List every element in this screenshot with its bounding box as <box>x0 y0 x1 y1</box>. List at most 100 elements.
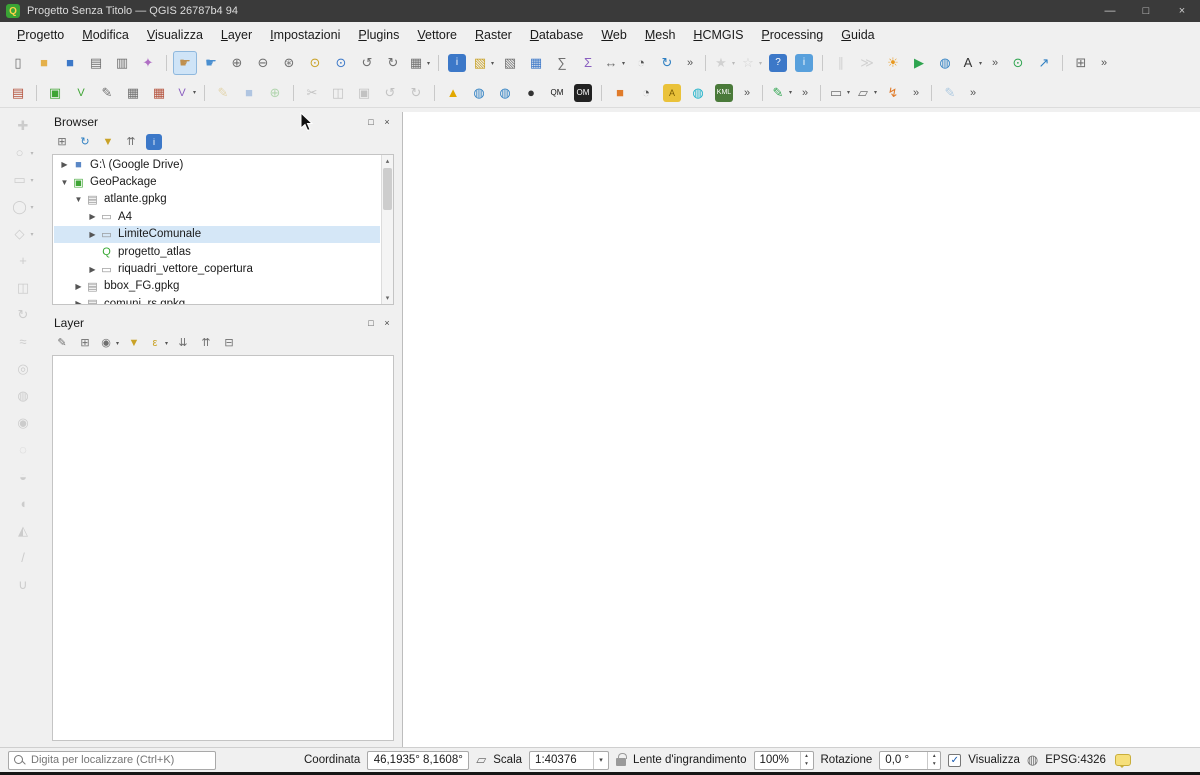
georeferencer-globe-icon[interactable]: ◍ <box>467 81 491 105</box>
reshape-features-icon[interactable]: ◭ <box>11 519 35 543</box>
scroll-down-icon[interactable]: ▾ <box>382 292 393 304</box>
spin-down-icon[interactable]: ▾ <box>801 760 813 769</box>
expander-icon[interactable]: ▼ <box>72 195 85 204</box>
remove-layer-icon[interactable]: ⊟ <box>219 333 239 353</box>
cut-features-icon[interactable]: ✂ <box>300 81 324 105</box>
open-project-icon[interactable]: ■ <box>32 51 56 75</box>
zoom-in-icon[interactable]: ⊕ <box>225 51 249 75</box>
elevation-profile-icon[interactable]: ↗ <box>1032 51 1056 75</box>
copy-features-icon[interactable]: ◫ <box>326 81 350 105</box>
add-record-icon[interactable]: ⊞ <box>1069 51 1093 75</box>
paste-features-icon[interactable]: ▣ <box>352 81 376 105</box>
menu-item[interactable]: Impostazioni <box>261 25 349 45</box>
scale-combo[interactable]: 1:40376 ▾ <box>529 750 610 770</box>
orange-tool-icon[interactable]: ■ <box>608 81 632 105</box>
layout-manager-icon[interactable]: ▥ <box>110 51 134 75</box>
toolbar-overflow-icon[interactable]: » <box>907 81 925 105</box>
filter-by-expression-icon[interactable]: ε ▾ <box>147 333 170 353</box>
close-button[interactable]: × <box>1164 0 1200 22</box>
dark-binoculars-icon[interactable]: ● <box>519 81 543 105</box>
maximize-button[interactable]: □ <box>1128 0 1164 22</box>
zoom-next-icon[interactable]: ↻ <box>381 51 405 75</box>
browser-tree-item[interactable]: ▶ ■ G:\ (Google Drive) <box>54 156 380 173</box>
add-feature-icon[interactable]: ⊕ <box>263 81 287 105</box>
browser-tree-item[interactable]: ▼ ▤ atlante.gpkg <box>54 191 380 208</box>
data-source-manager-icon[interactable]: ▤ <box>6 81 30 105</box>
expander-icon[interactable]: ▶ <box>72 282 85 291</box>
lock-scale-icon[interactable] <box>616 753 627 766</box>
zoom-full-icon[interactable]: ⊛ <box>277 51 301 75</box>
copy-move-feature-icon[interactable]: ◫ <box>11 276 35 300</box>
expand-all-icon[interactable]: ⇊ <box>173 333 193 353</box>
measure-icon[interactable]: ↔ ▾ <box>602 51 627 75</box>
collapse-all-icon[interactable]: ⇈ <box>121 132 141 152</box>
sun-settings-icon[interactable]: ☀ <box>881 51 905 75</box>
browser-scrollbar[interactable]: ▴ ▾ <box>381 155 393 304</box>
menu-item[interactable]: Database <box>521 25 593 45</box>
clock-plugin-icon[interactable]: ◔ <box>634 81 658 105</box>
collapse-all-layers-icon[interactable]: ⇈ <box>196 333 216 353</box>
menu-item[interactable]: Guida <box>832 25 883 45</box>
select-features-icon[interactable]: ▧ ▾ <box>471 51 496 75</box>
zoom-to-selection-icon[interactable]: ⊙ <box>303 51 327 75</box>
blue-globe-icon[interactable]: ◍ <box>493 81 517 105</box>
rotate-feature-icon[interactable]: ↻ <box>11 303 35 327</box>
coordinate-display[interactable]: 46,1935° 8,1608° <box>367 750 470 770</box>
render-checkbox[interactable]: ✓ <box>948 753 962 767</box>
chevron-down-icon[interactable]: ▾ <box>593 751 608 769</box>
expander-icon[interactable]: ▶ <box>58 160 71 169</box>
menu-item[interactable]: Mesh <box>636 25 685 45</box>
toolbar-overflow-icon[interactable]: » <box>964 81 982 105</box>
save-project-icon[interactable]: ■ <box>58 51 82 75</box>
merge-features-icon[interactable]: ∪ <box>11 573 35 597</box>
help-icon[interactable]: ? <box>766 51 790 75</box>
delete-ring-icon[interactable]: ◌ <box>11 438 35 462</box>
menu-item[interactable]: HCMGIS <box>684 25 752 45</box>
expander-icon[interactable]: ▼ <box>58 178 71 187</box>
browser-tree-item[interactable]: ▼ ▣ GeoPackage <box>54 173 380 190</box>
om-badge-icon[interactable]: OM <box>571 81 595 105</box>
locator-search-input[interactable] <box>8 750 216 770</box>
browser-tree-item[interactable]: Q progetto_atlas <box>54 243 380 260</box>
processing-search-icon[interactable]: ⊙ <box>1006 51 1030 75</box>
magnifier-spinbox[interactable]: 100% ▴ ▾ <box>753 750 814 770</box>
menu-item[interactable]: Processing <box>752 25 832 45</box>
toolbar-overflow-icon[interactable]: » <box>681 51 699 75</box>
open-attribute-table-icon[interactable]: ▦ <box>524 51 548 75</box>
new-shapefile-layer-icon[interactable]: V <box>69 81 93 105</box>
rotation-spinbox[interactable]: 0,0 ° ▴ ▾ <box>879 750 942 770</box>
annotation-icon[interactable]: ▭ ▾ <box>827 81 852 105</box>
temporal-controller-icon[interactable]: ◔ <box>629 51 653 75</box>
redo-icon[interactable]: ↻ <box>404 81 428 105</box>
undo-icon[interactable]: ↺ <box>378 81 402 105</box>
statistics-icon[interactable]: Σ <box>576 51 600 75</box>
split-features-icon[interactable]: / <box>11 546 35 570</box>
browser-tree-item[interactable]: ▶ ▤ bbox_FG.gpkg <box>54 278 380 295</box>
spin-up-icon[interactable]: ▴ <box>928 752 940 761</box>
cyan-globe-icon[interactable]: ◍ <box>686 81 710 105</box>
manage-map-themes-icon[interactable]: ◉ ▾ <box>98 333 121 353</box>
minimize-button[interactable]: — <box>1092 0 1128 22</box>
toolbar-overflow-icon[interactable]: » <box>796 81 814 105</box>
expander-icon[interactable]: ▶ <box>72 299 85 304</box>
zoom-last-icon[interactable]: ↺ <box>355 51 379 75</box>
extents-icon[interactable]: ▱ <box>476 752 486 768</box>
expander-icon[interactable]: ▶ <box>86 212 99 221</box>
scroll-up-icon[interactable]: ▴ <box>382 155 393 167</box>
new-raster-layer-icon[interactable]: ▦ <box>147 81 171 105</box>
spin-up-icon[interactable]: ▴ <box>801 752 813 761</box>
scrollbar-thumb[interactable] <box>383 168 392 210</box>
menu-item[interactable]: Raster <box>466 25 521 45</box>
new-map-view-icon[interactable]: ▦ ▾ <box>407 51 432 75</box>
filter-legend-icon[interactable]: ▼ <box>124 333 144 353</box>
add-group-icon[interactable]: ⊞ <box>75 333 95 353</box>
new-spatialite-layer-icon[interactable]: ✎ <box>95 81 119 105</box>
pan-to-selection-icon[interactable]: ☛ <box>199 51 223 75</box>
filter-browser-icon[interactable]: ▼ <box>98 132 118 152</box>
kml-badge-icon[interactable]: KML <box>712 81 736 105</box>
measure-edit-icon[interactable]: ✎ <box>938 81 962 105</box>
show-bookmarks-icon[interactable]: ★ ▾ <box>712 51 737 75</box>
metasearch-icon[interactable]: i <box>792 51 816 75</box>
zoom-out-icon[interactable]: ⊖ <box>251 51 275 75</box>
expander-icon[interactable]: ▶ <box>86 265 99 274</box>
